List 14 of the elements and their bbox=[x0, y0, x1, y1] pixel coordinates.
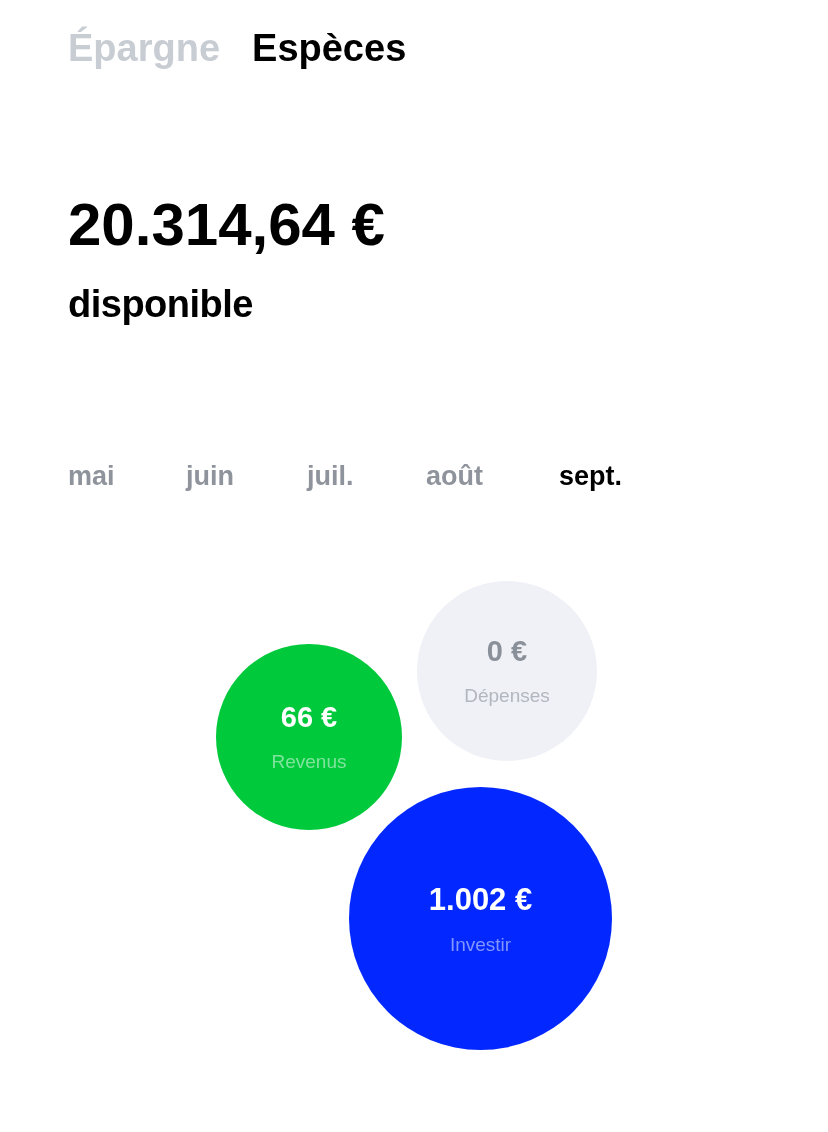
bubble-amount: 0 € bbox=[486, 637, 528, 666]
bubble-label: Investir bbox=[449, 934, 512, 954]
balance-amount: 20.314,64 € bbox=[68, 195, 385, 255]
bubble-amount: 1.002 € bbox=[428, 883, 533, 915]
bubble-label: Revenus bbox=[271, 752, 347, 771]
month-tab[interactable]: juil. bbox=[307, 463, 354, 490]
month-tab[interactable]: sept. bbox=[559, 463, 623, 490]
tab[interactable]: Espèces bbox=[252, 29, 407, 67]
month-tab[interactable]: juin bbox=[186, 463, 234, 490]
month-tab[interactable]: août bbox=[426, 463, 483, 490]
bubble-amount: 66 € bbox=[280, 703, 338, 732]
bubble-label: Dépenses bbox=[464, 686, 550, 705]
balance-caption: disponible bbox=[68, 285, 253, 323]
month-tab[interactable]: mai bbox=[68, 463, 115, 490]
